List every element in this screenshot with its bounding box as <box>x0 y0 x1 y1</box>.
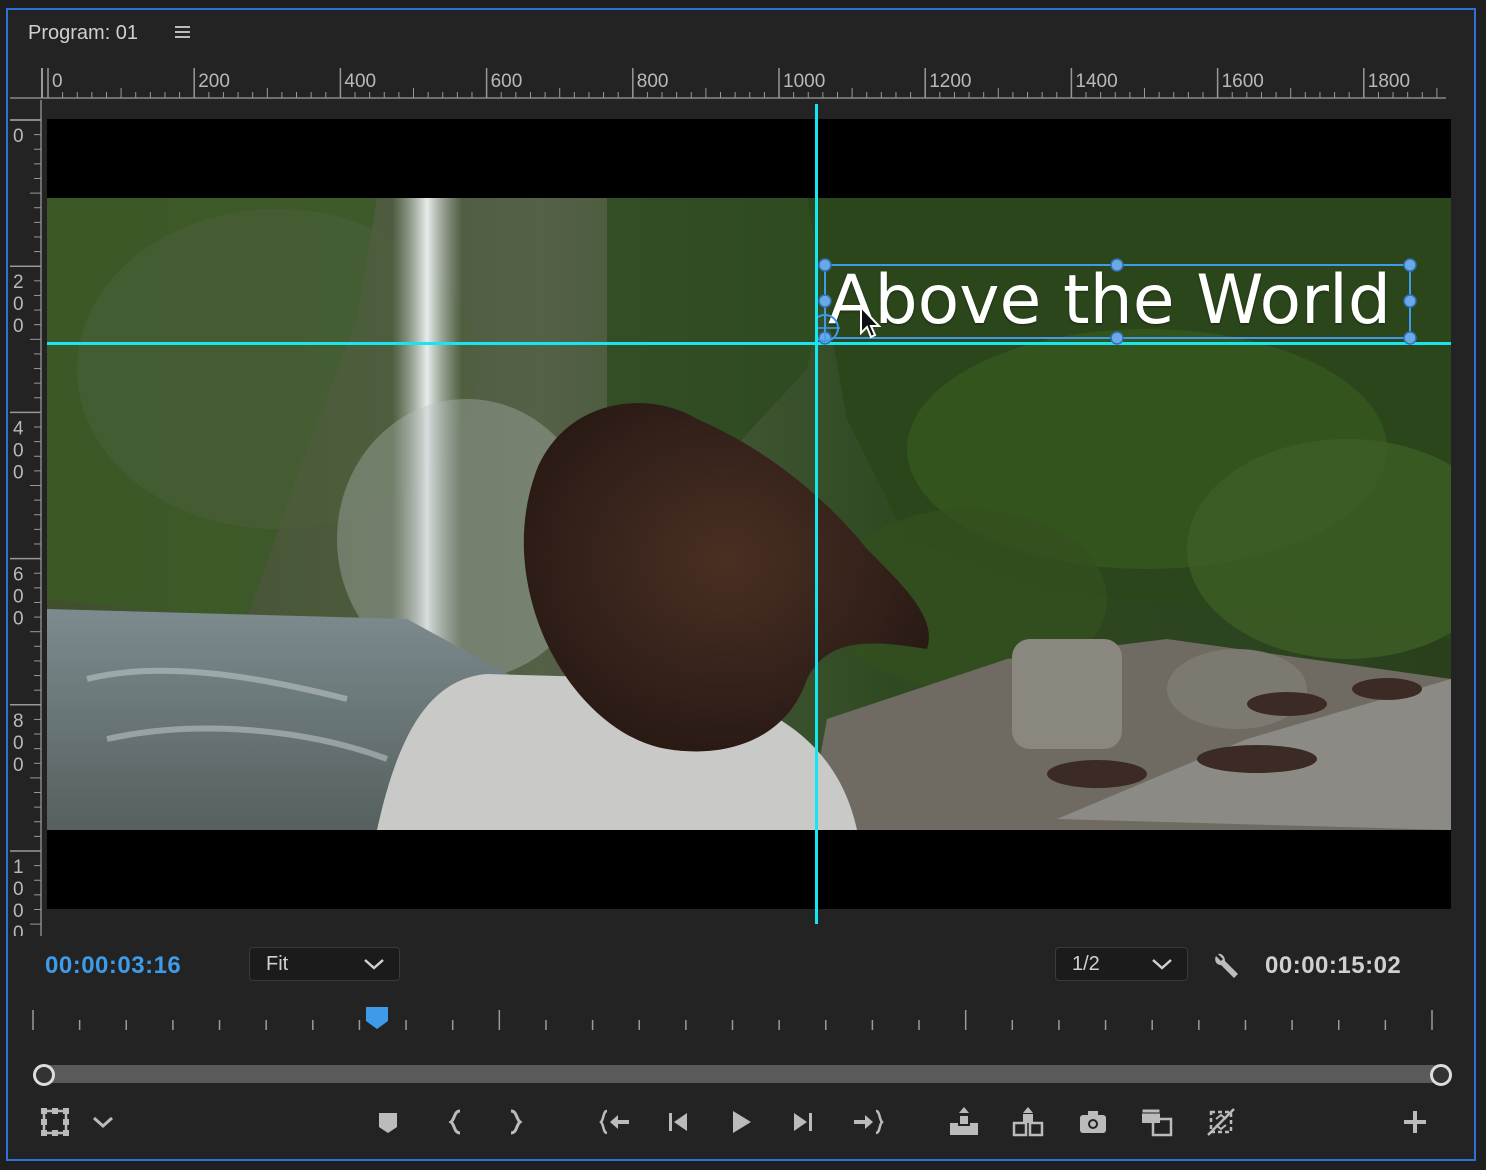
chevron-down-icon <box>364 959 384 970</box>
resolution-value: 1/2 <box>1072 953 1100 975</box>
current-timecode[interactable]: 00:00:03:16 <box>45 952 181 980</box>
mark-in-button[interactable] <box>438 1104 474 1140</box>
go-to-in-button[interactable] <box>597 1104 633 1140</box>
hamburger-menu-icon[interactable] <box>174 24 192 40</box>
zoom-handle-right[interactable] <box>1430 1064 1452 1086</box>
ruler-label: 0 <box>13 316 24 337</box>
ruler-label: 800 <box>637 71 669 92</box>
ruler-label: 0 <box>13 879 24 900</box>
zoom-handle-left[interactable] <box>33 1064 55 1086</box>
lift-button[interactable] <box>946 1104 982 1140</box>
ruler-label: 1800 <box>1368 71 1410 92</box>
horizontal-ruler: 0 200 400 600 800 1000 1200 1400 1600 1800 <box>10 68 1446 99</box>
ruler-label: 0 <box>13 440 24 461</box>
ruler-label: 1 <box>13 857 24 878</box>
mark-out-button[interactable] <box>497 1104 533 1140</box>
playhead[interactable] <box>364 1005 390 1031</box>
ruler-label: 1600 <box>1222 71 1264 92</box>
selection-zoom-button[interactable] <box>37 1104 73 1140</box>
export-frame-icon <box>1080 1111 1106 1133</box>
step-forward-button[interactable] <box>785 1104 821 1140</box>
ruler-label: 200 <box>198 71 230 92</box>
ruler-label: 0 <box>13 462 24 483</box>
ruler-label: 4 <box>13 418 24 439</box>
ruler-label: 0 <box>13 733 24 754</box>
ruler-label: 0 <box>13 923 24 936</box>
play-button[interactable] <box>722 1104 758 1140</box>
lift-icon <box>950 1107 978 1135</box>
ruler-label: 0 <box>13 755 24 776</box>
go-to-out-icon <box>854 1109 884 1135</box>
go-to-in-icon <box>599 1109 629 1135</box>
ruler-label: 0 <box>13 609 24 630</box>
ruler-label: 0 <box>13 587 24 608</box>
extract-button[interactable] <box>1010 1104 1046 1140</box>
vertical-ruler: 02004006008001000 <box>10 100 42 936</box>
step-back-button[interactable] <box>660 1104 696 1140</box>
text-bounding-box[interactable] <box>818 258 1418 348</box>
chevron-down-button[interactable] <box>85 1104 121 1140</box>
toggle-proxies-button[interactable] <box>1203 1104 1239 1140</box>
video-viewer[interactable] <box>47 119 1451 909</box>
zoom-scroll-bar[interactable] <box>40 1065 1442 1083</box>
ruler-label: 2 <box>13 272 24 293</box>
video-frame <box>47 198 1451 830</box>
comparison-view-icon <box>1141 1108 1173 1137</box>
extract-icon <box>1012 1107 1044 1137</box>
go-to-out-button[interactable] <box>850 1104 886 1140</box>
ruler-label: 1200 <box>929 71 971 92</box>
toggle-proxies-icon <box>1207 1108 1235 1136</box>
ruler-label: 400 <box>344 71 376 92</box>
mark-in-icon <box>448 1109 461 1135</box>
step-forward-icon <box>794 1113 812 1131</box>
comparison-view-button[interactable] <box>1138 1104 1174 1140</box>
add-button-icon <box>1404 1111 1426 1133</box>
wrench-icon[interactable] <box>1212 950 1244 982</box>
zoom-level-select[interactable]: Fit <box>249 947 400 981</box>
ruler-label: 0 <box>13 901 24 922</box>
panel-title[interactable]: Program: 01 <box>28 22 138 45</box>
ruler-label: 600 <box>491 71 523 92</box>
ruler-label: 1400 <box>1075 71 1117 92</box>
ruler-label: 1000 <box>783 71 825 92</box>
ruler-label: 8 <box>13 711 24 732</box>
chevron-down-icon <box>1152 959 1172 970</box>
add-marker-icon <box>379 1113 397 1133</box>
ruler-label: 0 <box>13 126 24 147</box>
chevron-down-icon <box>93 1116 113 1129</box>
add-button-button[interactable] <box>1397 1104 1433 1140</box>
export-frame-button[interactable] <box>1075 1104 1111 1140</box>
ruler-label: 0 <box>13 294 24 315</box>
time-ruler[interactable] <box>0 1000 1486 1040</box>
ruler-label: 6 <box>13 565 24 586</box>
duration-timecode: 00:00:15:02 <box>1265 952 1402 979</box>
playback-resolution-select[interactable]: 1/2 <box>1055 947 1188 981</box>
add-marker-button[interactable] <box>370 1104 406 1140</box>
step-back-icon <box>669 1113 687 1131</box>
vertical-guide[interactable] <box>815 104 818 924</box>
ruler-label: 0 <box>52 71 63 92</box>
selection-zoom-icon <box>41 1108 69 1136</box>
play-icon <box>733 1111 751 1133</box>
zoom-level-value: Fit <box>266 953 289 975</box>
mark-out-icon <box>510 1109 523 1135</box>
mouse-cursor-icon <box>860 305 882 339</box>
